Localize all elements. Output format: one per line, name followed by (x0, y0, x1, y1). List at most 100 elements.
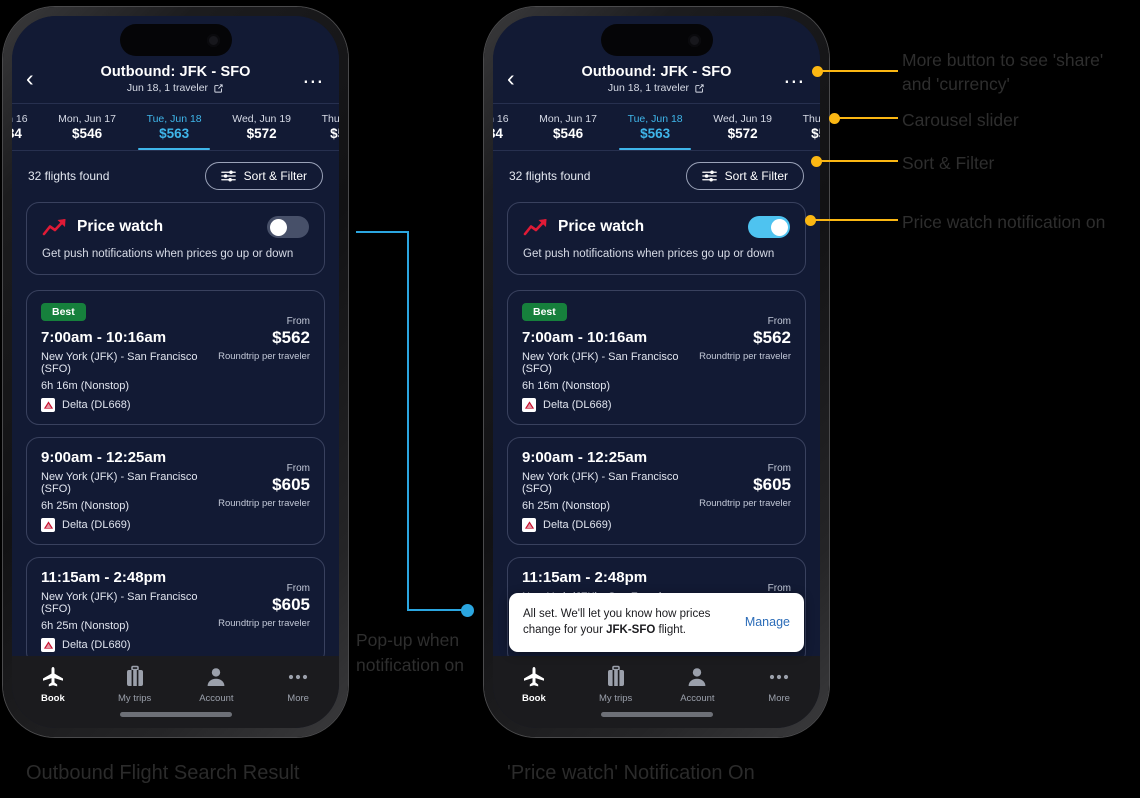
price-watch-subtitle: Get push notifications when prices go up… (42, 248, 294, 260)
tab-my-trips[interactable]: My trips (575, 665, 657, 704)
nav-subtitle: Jun 18, 1 traveler (541, 82, 772, 94)
flight-route: New York (JFK) - San Francisco (SFO) (41, 351, 198, 375)
price-watch-title: Price watch (558, 218, 645, 235)
results-scroll-area[interactable]: Price watch Get push notifications when … (12, 199, 339, 665)
flight-card[interactable]: 11:15am - 2:48pm New York (JFK) - San Fr… (26, 557, 325, 665)
date-cell-day: Wed, Jun 19 (713, 113, 772, 125)
date-cell[interactable]: Thu Ju $5 (787, 104, 820, 150)
price-from-label: From (286, 583, 310, 594)
tab-more[interactable]: More (257, 665, 339, 704)
price-from-label: From (767, 463, 791, 474)
date-cell-selected[interactable]: Tue, Jun 18 $563 (612, 104, 698, 150)
edit-square-icon[interactable] (213, 83, 224, 94)
more-options-button[interactable]: ⋯ (772, 72, 806, 94)
flight-route: New York (JFK) - San Francisco (SFO) (522, 351, 679, 375)
date-cell-day: Thu Ju (321, 113, 339, 125)
flight-airline-row: Delta (DL680) (41, 638, 206, 652)
trending-up-icon (523, 219, 547, 236)
flight-card[interactable]: 9:00am - 12:25am New York (JFK) - San Fr… (507, 437, 806, 545)
date-cell-price: $572 (246, 126, 277, 141)
best-badge: Best (41, 303, 86, 321)
date-cell-day: un 16 (12, 113, 28, 125)
airplane-icon (523, 667, 544, 687)
flight-price-note: Roundtrip per traveler (699, 351, 791, 362)
delta-logo-icon (41, 638, 55, 652)
flight-price-note: Roundtrip per traveler (218, 498, 310, 509)
page-title: Outbound: JFK - SFO (100, 64, 251, 80)
date-cell-price: 84 (12, 126, 22, 141)
flight-card-price: From $605 Roundtrip per traveler (206, 569, 310, 652)
flight-card-left: Best 7:00am - 10:16am New York (JFK) - S… (522, 302, 687, 412)
tab-my-trips[interactable]: My trips (94, 665, 176, 704)
toggle-knob (770, 218, 788, 236)
date-cell-day: Mon, Jun 17 (58, 113, 116, 125)
flight-card[interactable]: Best 7:00am - 10:16am New York (JFK) - S… (507, 290, 806, 425)
caption-right: 'Price watch' Notification On (507, 762, 755, 784)
flight-duration: 6h 25m (Nonstop) (522, 500, 611, 512)
price-watch-header: Price watch (523, 216, 790, 238)
date-cell-selected[interactable]: Tue, Jun 18 $563 (131, 104, 217, 150)
nav-title-group: Outbound: JFK - SFO Jun 18, 1 traveler (60, 64, 291, 94)
date-cell[interactable]: Mon, Jun 17 $546 (524, 104, 612, 150)
nav-subtitle-text: Jun 18, 1 traveler (607, 82, 690, 94)
tab-label: More (768, 693, 790, 704)
sort-filter-button[interactable]: Sort & Filter (685, 162, 804, 190)
date-carousel[interactable]: un 16 84 Mon, Jun 17 $546 Tue, Jun 18 $5… (12, 104, 339, 151)
phone-mockup-left: ‹ Outbound: JFK - SFO Jun 18, 1 traveler… (3, 7, 348, 737)
date-cell-price: $546 (553, 126, 584, 141)
back-button[interactable]: ‹ (26, 67, 60, 94)
date-cell[interactable]: Thu Ju $5 (306, 104, 339, 150)
tab-book[interactable]: Book (493, 665, 575, 704)
flight-airline-label: Delta (DL669) (62, 519, 131, 531)
screenshot-stage: ‹ Outbound: JFK - SFO Jun 18, 1 traveler… (0, 0, 1140, 798)
date-cell-day: Wed, Jun 19 (232, 113, 291, 125)
date-cell[interactable]: Wed, Jun 19 $572 (217, 104, 306, 150)
tab-label: Account (199, 693, 234, 704)
airplane-icon (42, 667, 63, 687)
flight-card-price: From $605 Roundtrip per traveler (687, 449, 791, 532)
flight-card-left: 11:15am - 2:48pm New York (JFK) - San Fr… (41, 569, 206, 652)
toast-manage-link[interactable]: Manage (745, 615, 790, 629)
tab-account[interactable]: Account (176, 665, 258, 704)
date-cell[interactable]: Mon, Jun 17 $546 (43, 104, 131, 150)
back-button[interactable]: ‹ (507, 67, 541, 94)
home-indicator (119, 712, 232, 717)
date-cell-day: un 16 (493, 113, 509, 125)
flight-card[interactable]: 9:00am - 12:25am New York (JFK) - San Fr… (26, 437, 325, 545)
tab-more[interactable]: More (738, 665, 820, 704)
sort-filter-button[interactable]: Sort & Filter (204, 162, 323, 190)
tab-account[interactable]: Account (657, 665, 739, 704)
results-bar: 32 flights found Sort & Filter (493, 151, 820, 199)
results-bar: 32 flights found Sort & Filter (12, 151, 339, 199)
tab-book[interactable]: Book (12, 665, 94, 704)
flight-times: 9:00am - 12:25am (522, 449, 648, 466)
caption-left: Outbound Flight Search Result (26, 762, 300, 784)
front-camera-icon (206, 33, 220, 47)
connector-segment-vertical (407, 231, 409, 611)
flight-card[interactable]: Best 7:00am - 10:16am New York (JFK) - S… (26, 290, 325, 425)
annotation-leader-sort-filter (819, 160, 898, 162)
dynamic-island (600, 24, 713, 56)
flight-duration: 6h 25m (Nonstop) (41, 500, 130, 512)
tab-label: More (287, 693, 309, 704)
edit-square-icon[interactable] (694, 83, 705, 94)
date-carousel[interactable]: un 16 84 Mon, Jun 17 $546 Tue, Jun 18 $5… (493, 104, 820, 151)
date-cell[interactable]: un 16 84 (12, 104, 43, 150)
flight-price: $562 (272, 328, 310, 347)
flight-times: 9:00am - 12:25am (41, 449, 167, 466)
more-horizontal-icon (289, 674, 308, 680)
price-watch-header: Price watch (42, 216, 309, 238)
date-cell[interactable]: Wed, Jun 19 $572 (698, 104, 787, 150)
tab-label: My trips (599, 693, 633, 704)
delta-logo-icon (522, 398, 536, 412)
more-options-button[interactable]: ⋯ (291, 72, 325, 94)
price-watch-toggle[interactable] (748, 216, 790, 238)
date-cell[interactable]: un 16 84 (493, 104, 524, 150)
date-cell-price: $5 (330, 126, 339, 141)
price-watch-toggle[interactable] (267, 216, 309, 238)
flight-card-left: Best 7:00am - 10:16am New York (JFK) - S… (41, 302, 206, 412)
delta-logo-icon (41, 398, 55, 412)
page-title: Outbound: JFK - SFO (581, 64, 732, 80)
flight-airline-row: Delta (DL668) (41, 398, 206, 412)
phone-screen-right: ‹ Outbound: JFK - SFO Jun 18, 1 traveler… (493, 16, 820, 728)
